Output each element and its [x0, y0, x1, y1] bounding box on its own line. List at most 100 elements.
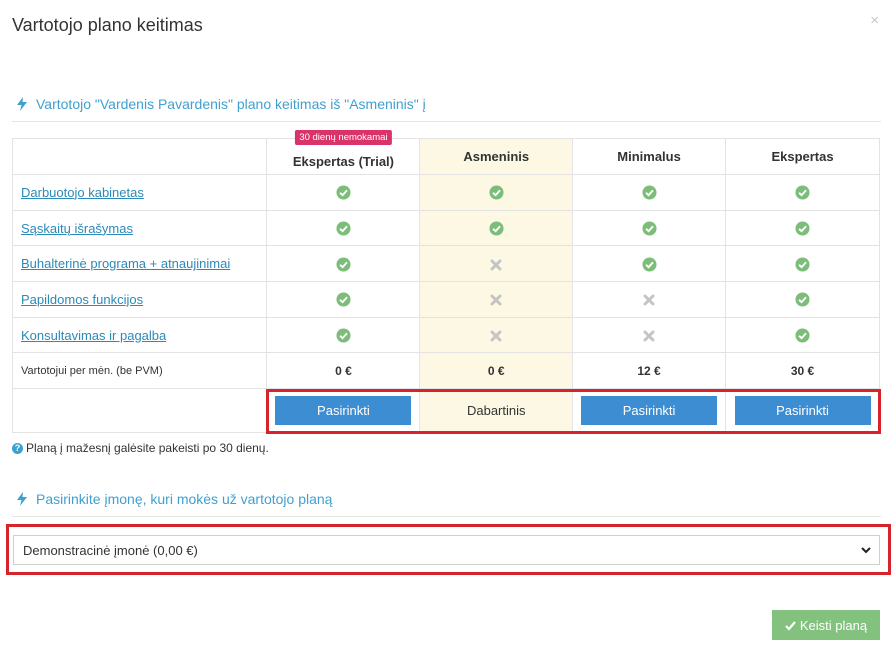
- feature-link[interactable]: Buhalterinė programa + atnaujinimai: [21, 256, 230, 271]
- downgrade-note: ? Planą į mažesnį galėsite pakeisti po 3…: [12, 441, 269, 455]
- price-row: Vartotojui per mėn. (be PVM) 0 € 0 € 12 …: [11, 352, 880, 390]
- feature-availability-cell: [725, 209, 880, 247]
- feature-cell: Buhalterinė programa + atnaujinimai: [11, 245, 268, 283]
- check-circle-icon: [336, 221, 351, 236]
- select-ekspertas-trial-button[interactable]: Pasirinkti: [275, 396, 412, 426]
- select-ekspertas-button[interactable]: Pasirinkti: [734, 396, 871, 426]
- plan-header-minimalus: Minimalus: [572, 138, 727, 175]
- feature-cell: Papildomos funkcijos: [11, 281, 268, 318]
- feature-row: Darbuotojo kabinetas: [11, 174, 880, 211]
- check-circle-icon: [336, 185, 351, 200]
- downgrade-note-text: Planą į mažesnį galėsite pakeisti po 30 …: [26, 441, 269, 455]
- feature-availability-cell: [572, 316, 727, 354]
- change-plan-label: Keisti planą: [799, 617, 868, 633]
- action-row-empty: [11, 388, 268, 434]
- action-cell: Pasirinkti: [572, 388, 727, 434]
- feature-row: Papildomos funkcijos: [11, 281, 880, 318]
- bolt-icon: [17, 97, 27, 111]
- price-label: Vartotojui per mėn. (be PVM): [11, 352, 268, 390]
- feature-availability-cell: [725, 281, 880, 318]
- cross-icon: [643, 294, 655, 306]
- feature-availability-cell: [572, 209, 727, 247]
- price-cell: 12 €: [572, 352, 727, 390]
- change-plan-button[interactable]: Keisti planą: [772, 610, 880, 640]
- feature-availability-cell: [419, 245, 574, 283]
- feature-availability-cell: [266, 245, 421, 283]
- feature-availability-cell: [725, 316, 880, 354]
- feature-availability-cell: [419, 316, 574, 354]
- plan-header-asmeninis: Asmeninis: [419, 138, 574, 175]
- check-circle-icon: [336, 257, 351, 272]
- feature-availability-cell: [419, 209, 574, 247]
- cross-icon: [490, 259, 502, 271]
- feature-row: Sąskaitų išrašymas: [11, 209, 880, 247]
- current-plan-label: Dabartinis: [466, 403, 526, 419]
- feature-availability-cell: [572, 245, 727, 283]
- select-minimalus-button[interactable]: Pasirinkti: [581, 396, 718, 426]
- cross-icon: [490, 330, 502, 342]
- feature-availability-cell: [725, 174, 880, 211]
- check-circle-icon: [795, 221, 810, 236]
- feature-availability-cell: [419, 281, 574, 318]
- feature-availability-cell: [725, 245, 880, 283]
- cross-icon: [490, 294, 502, 306]
- feature-row: Konsultavimas ir pagalba: [11, 316, 880, 354]
- cross-icon: [643, 330, 655, 342]
- feature-availability-cell: [266, 174, 421, 211]
- feature-availability-cell: [266, 281, 421, 318]
- trial-badge: 30 dienų nemokamai: [295, 130, 392, 145]
- check-circle-icon: [795, 292, 810, 307]
- price-cell: 0 €: [266, 352, 421, 390]
- feature-link[interactable]: Papildomos funkcijos: [21, 292, 143, 307]
- plan-name: Ekspertas (Trial): [292, 154, 394, 169]
- check-circle-icon: [795, 257, 810, 272]
- feature-cell: Darbuotojo kabinetas: [11, 174, 268, 211]
- check-circle-icon: [642, 185, 657, 200]
- feature-availability-cell: [266, 209, 421, 247]
- price-cell: 0 €: [419, 352, 574, 390]
- plan-name: Minimalus: [617, 149, 681, 164]
- plan-name: Ekspertas: [771, 149, 834, 164]
- plans-table: 30 dienų nemokamai Ekspertas (Trial) Asm…: [11, 130, 880, 434]
- check-circle-icon: [489, 185, 504, 200]
- feature-availability-cell: [572, 174, 727, 211]
- check-circle-icon: [642, 221, 657, 236]
- feature-link[interactable]: Sąskaitų išrašymas: [21, 221, 133, 236]
- question-circle-icon: ?: [12, 442, 23, 454]
- check-icon: [785, 620, 796, 631]
- bolt-icon: [17, 492, 27, 506]
- feature-row: Buhalterinė programa + atnaujinimai: [11, 245, 880, 283]
- check-circle-icon: [336, 292, 351, 307]
- check-circle-icon: [336, 328, 351, 343]
- action-cell: Pasirinkti: [266, 388, 421, 434]
- company-select-value: Demonstracinė įmonė (0,00 €): [23, 542, 198, 558]
- plans-header-row: 30 dienų nemokamai Ekspertas (Trial) Asm…: [11, 130, 880, 175]
- chevron-down-icon: [861, 547, 871, 554]
- company-heading: Pasirinkite įmonę, kuri mokės už vartoto…: [14, 487, 879, 511]
- plan-header-ekspertas-trial: 30 dienų nemokamai Ekspertas (Trial): [266, 130, 421, 175]
- check-circle-icon: [795, 328, 810, 343]
- feature-availability-cell: [266, 316, 421, 354]
- action-cell: Pasirinkti: [725, 388, 880, 434]
- plan-change-heading-text: Vartotojo "Vardenis Pavardenis" plano ke…: [36, 96, 426, 112]
- action-cell: Dabartinis: [419, 388, 574, 434]
- company-heading-text: Pasirinkite įmonę, kuri mokės už vartoto…: [36, 491, 333, 507]
- check-circle-icon: [795, 185, 810, 200]
- plan-header-ekspertas: Ekspertas: [725, 138, 880, 175]
- close-icon[interactable]: ×: [870, 13, 879, 28]
- divider: [12, 516, 881, 517]
- feature-column-header: [11, 138, 268, 175]
- action-row: Pasirinkti Dabartinis Pasirinkti Pasirin…: [11, 388, 880, 434]
- plan-name: Asmeninis: [463, 149, 530, 164]
- divider: [12, 121, 881, 122]
- feature-link[interactable]: Konsultavimas ir pagalba: [21, 328, 166, 343]
- feature-cell: Sąskaitų išrašymas: [11, 209, 268, 247]
- feature-availability-cell: [419, 174, 574, 211]
- feature-link[interactable]: Darbuotojo kabinetas: [21, 185, 144, 200]
- feature-cell: Konsultavimas ir pagalba: [11, 316, 268, 354]
- price-cell: 30 €: [725, 352, 880, 390]
- company-select[interactable]: Demonstracinė įmonė (0,00 €): [13, 535, 880, 565]
- check-circle-icon: [642, 257, 657, 272]
- modal-title: Vartotojo plano keitimas: [12, 15, 203, 35]
- feature-availability-cell: [572, 281, 727, 318]
